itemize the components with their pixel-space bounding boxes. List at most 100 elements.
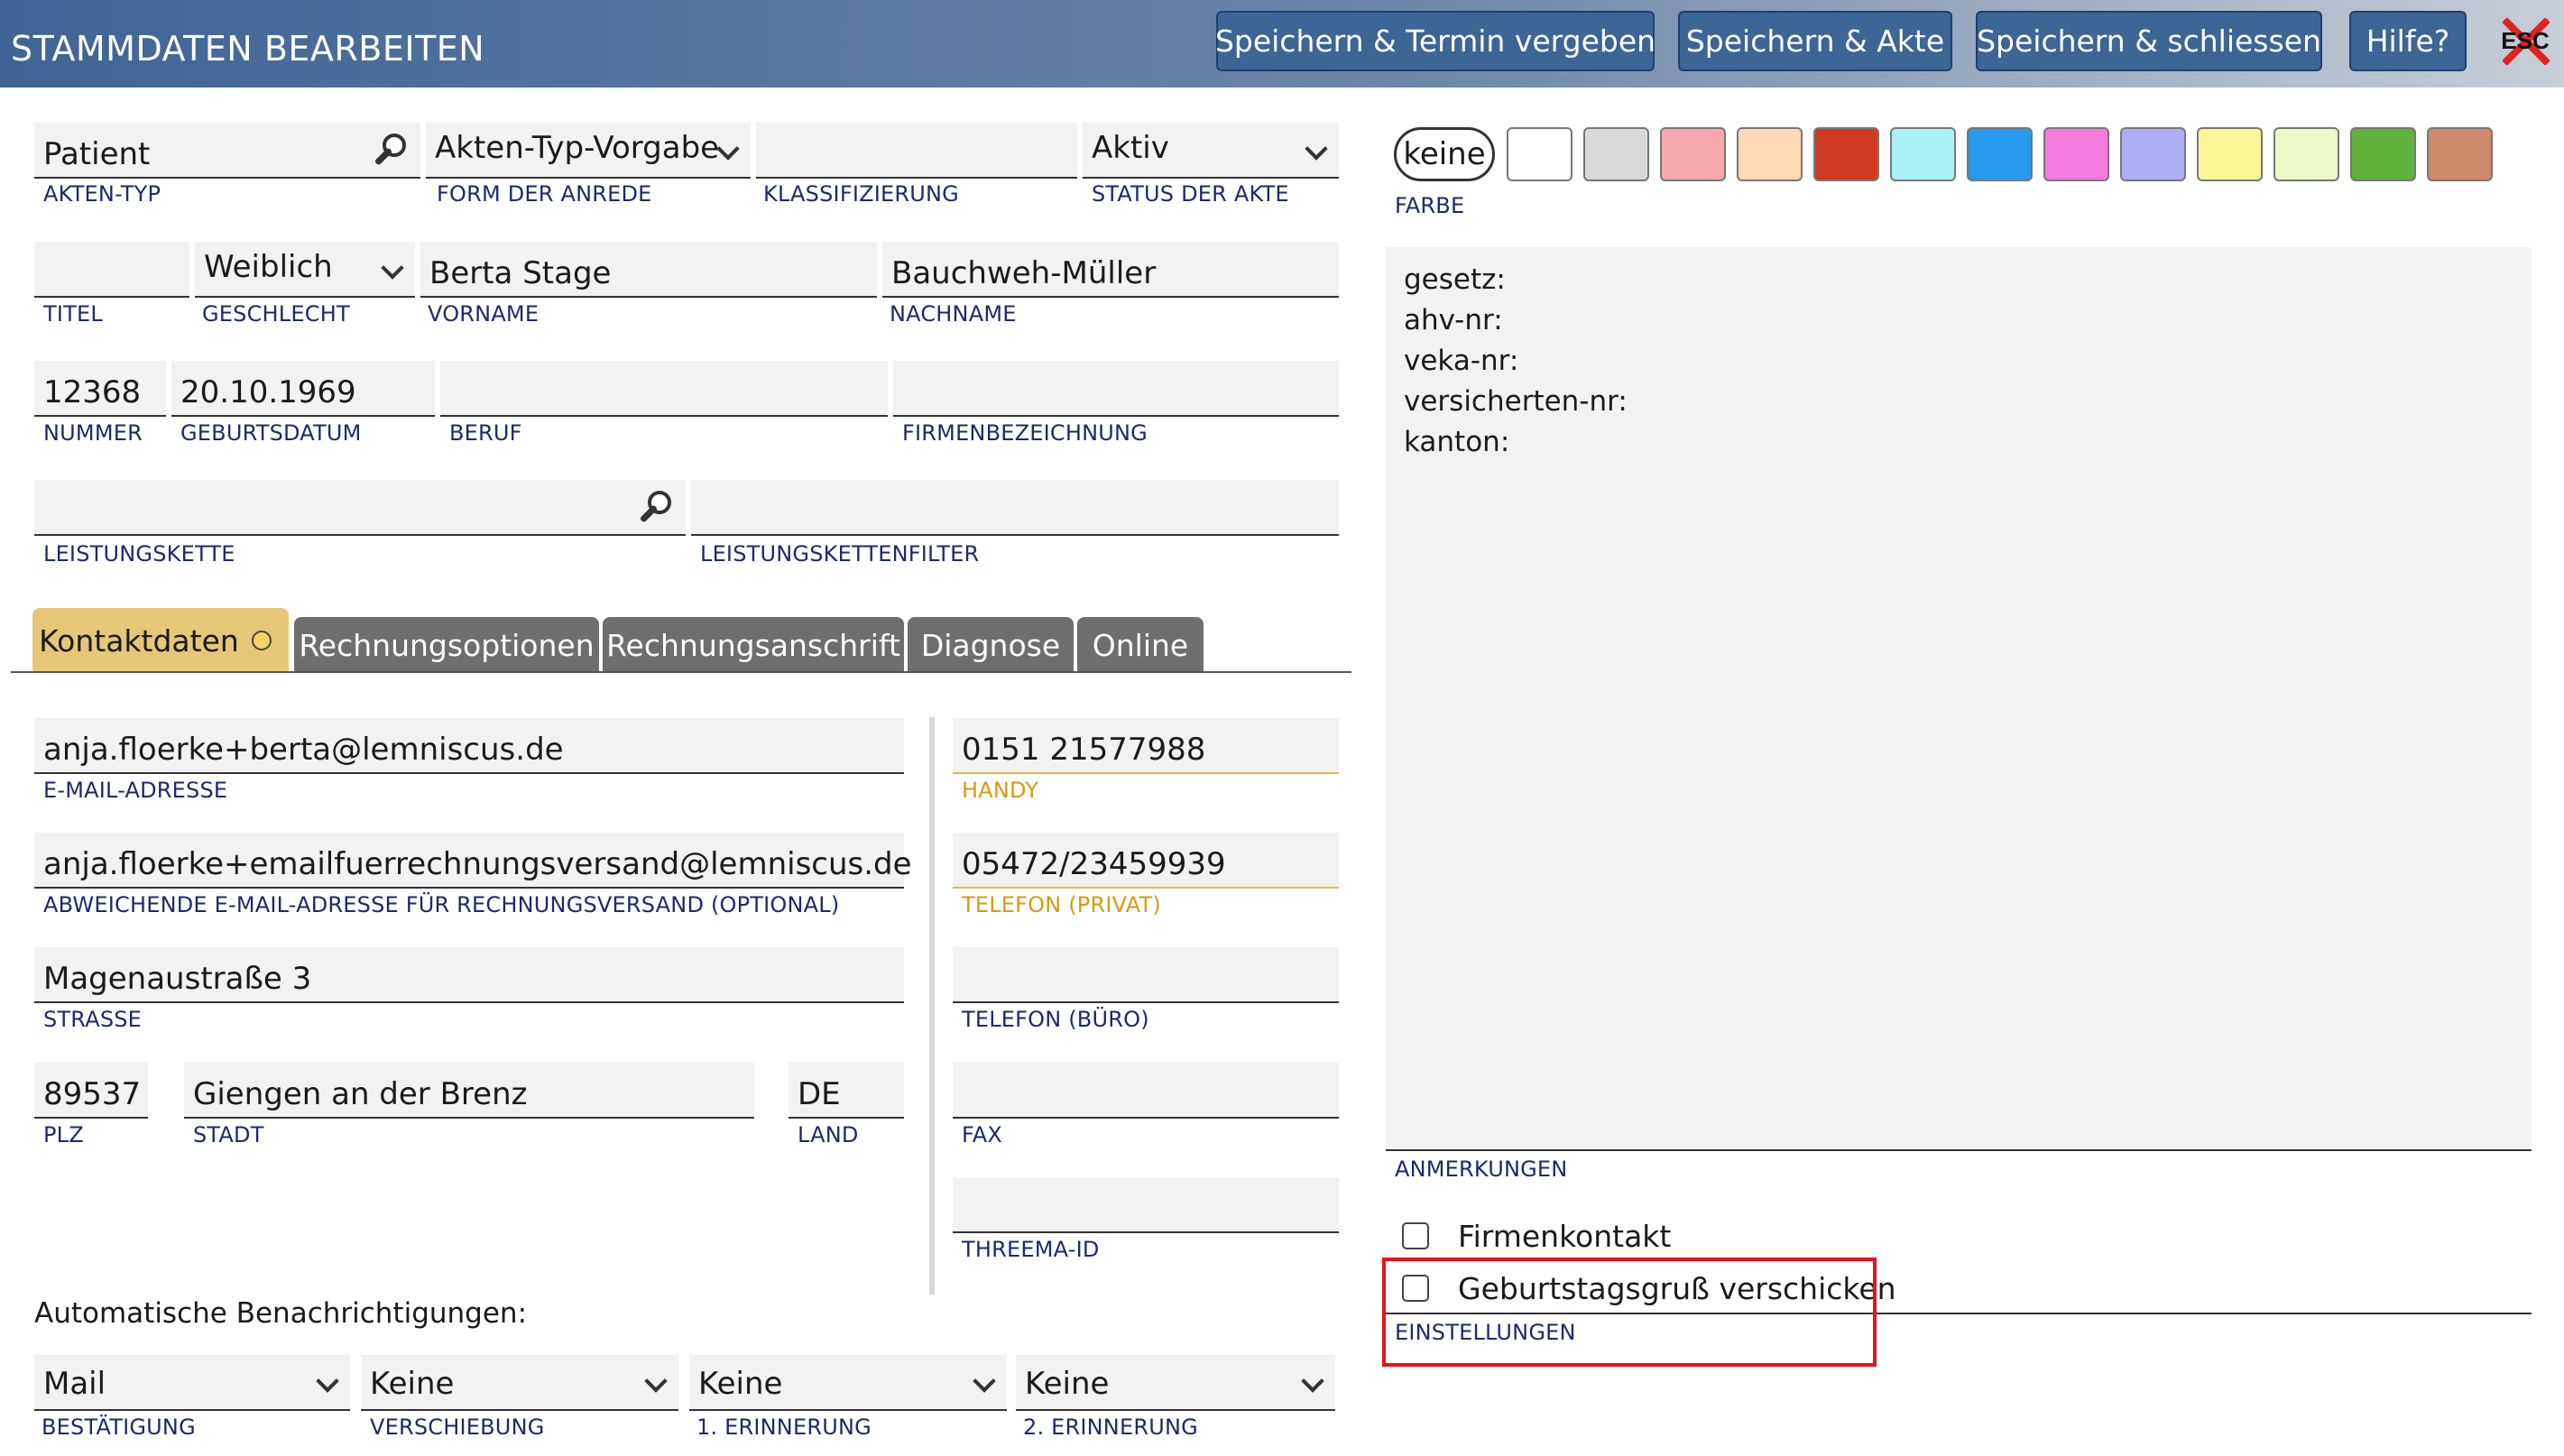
erinnerung1-select[interactable]: Keine [689,1355,1007,1411]
tab-rechnungsanschrift[interactable]: Rechnungsanschrift [603,617,904,673]
fax-label: FAX [962,1122,1003,1147]
akten-typ-field[interactable]: Patient [34,123,420,179]
plz-field[interactable]: 89537 [34,1063,148,1119]
status-select[interactable]: Aktiv [1083,123,1339,179]
klassifizierung-label: KLASSIFIZIERUNG [763,181,959,207]
threema-field[interactable] [953,1177,1339,1233]
color-none-button[interactable]: keine [1394,127,1495,181]
stadt-value: Giengen an der Brenz [193,1076,528,1112]
geburtsdatum-field[interactable]: 20.10.1969 [171,361,435,417]
telefon-buero-field[interactable] [953,947,1339,1003]
email-value: anja.floerke+berta@lemniscus.de [43,732,564,768]
column-divider [929,717,935,1295]
color-swatch-peach[interactable] [1737,127,1803,181]
leistungskette-label: LEISTUNGSKETTE [43,541,235,567]
status-circle-icon [251,631,272,650]
save-and-record-button[interactable]: Speichern & Akte [1678,11,1952,71]
color-swatch-yellow[interactable] [2197,127,2263,181]
color-swatch-lavender[interactable] [2120,127,2186,181]
save-and-schedule-button[interactable]: Speichern & Termin vergeben [1215,11,1656,71]
chevron-down-icon [973,1369,996,1393]
handy-value: 0151 21577988 [962,732,1206,768]
handy-field[interactable]: 0151 21577988 [953,718,1339,774]
vorname-field[interactable]: Berta Stage [420,242,877,298]
verschiebung-label: VERSCHIEBUNG [370,1415,545,1440]
tab-kontaktdaten[interactable]: Kontaktdaten [32,608,289,673]
search-icon[interactable] [635,487,675,529]
land-label: LAND [798,1122,859,1147]
status-value: Aktiv [1092,130,1169,166]
strasse-value: Magenaustraße 3 [43,961,312,997]
geschlecht-value: Weiblich [204,249,333,285]
tab-rechnungsoptionen[interactable]: Rechnungsoptionen [294,617,599,673]
esc-close-icon[interactable]: ESC [2494,9,2557,72]
email-field[interactable]: anja.floerke+berta@lemniscus.de [34,718,904,774]
bestaetigung-label: BESTÄTIGUNG [42,1415,196,1440]
color-swatch-magenta[interactable] [2043,127,2109,181]
color-swatch-green[interactable] [2350,127,2416,181]
verschiebung-select[interactable]: Keine [361,1355,678,1411]
help-button[interactable]: Hilfe? [2349,11,2467,71]
color-swatch-cyan[interactable] [1890,127,1956,181]
strasse-label: STRASSE [43,1007,143,1032]
color-swatch-light-green[interactable] [2273,127,2339,181]
color-swatch-white[interactable] [1507,127,1573,181]
beruf-field[interactable] [440,361,888,417]
erinnerung2-select[interactable]: Keine [1016,1355,1335,1411]
plz-value: 89537 [43,1076,142,1112]
threema-label: THREEMA-ID [962,1237,1100,1262]
anrede-label: FORM DER ANREDE [437,181,652,207]
geburtsdatum-label: GEBURTSDATUM [180,420,362,446]
firmenkontakt-checkbox[interactable] [1402,1222,1429,1249]
anrede-select[interactable]: Akten-Typ-Vorgabe [426,123,751,179]
chevron-down-icon [1305,137,1328,161]
color-swatch-blue[interactable] [1967,127,2033,181]
beruf-label: BERUF [449,420,522,446]
akten-typ-value: Patient [43,136,151,172]
color-swatch-pink[interactable] [1660,127,1726,181]
akten-typ-label: AKTEN-TYP [43,181,161,207]
tab-kontaktdaten-label: Kontaktdaten [39,622,239,659]
color-swatch-grey[interactable] [1583,127,1649,181]
nachname-label: NACHNAME [890,301,1017,327]
fax-field[interactable] [953,1063,1339,1119]
nummer-field[interactable]: 12368 [34,361,166,417]
search-icon[interactable] [370,130,410,171]
color-swatch-brown[interactable] [2427,127,2493,181]
color-swatch-red[interactable] [1813,127,1879,181]
bestaetigung-select[interactable]: Mail [34,1355,350,1411]
land-value: DE [798,1076,841,1112]
chevron-down-icon [644,1369,668,1393]
geburtsdatum-value: 20.10.1969 [180,374,356,410]
nachname-field[interactable]: Bauchweh-Müller [882,242,1339,298]
notifications-heading: Automatische Benachrichtigungen: [34,1297,528,1330]
firmenkontakt-option[interactable]: Firmenkontakt [1402,1216,1671,1256]
erinnerung2-label: 2. ERINNERUNG [1023,1415,1198,1440]
tab-online[interactable]: Online [1077,617,1204,673]
titel-field[interactable] [34,242,189,298]
note-line: ahv-nr: [1404,304,1503,336]
anrede-value: Akten-Typ-Vorgabe [435,130,720,166]
klassifizierung-field[interactable] [756,123,1077,179]
anmerkungen-textarea[interactable]: gesetz: ahv-nr: veka-nr: versicherten-nr… [1386,247,2532,1151]
email-rechnung-field[interactable]: anja.floerke+emailfuerrechnungsversand@l… [34,833,912,889]
vorname-value: Berta Stage [429,255,612,291]
tab-diagnose[interactable]: Diagnose [908,617,1074,673]
telefon-buero-label: TELEFON (BÜRO) [962,1007,1149,1032]
save-and-close-button[interactable]: Speichern & schliessen [1976,11,2322,71]
leistungskettenfilter-label: LEISTUNGSKETTENFILTER [700,541,980,567]
strasse-field[interactable]: Magenaustraße 3 [34,947,904,1003]
leistungskette-field[interactable] [34,480,686,536]
land-field[interactable]: DE [789,1063,904,1119]
firmenkontakt-label: Firmenkontakt [1458,1218,1672,1254]
firmenbezeichnung-field[interactable] [893,361,1339,417]
stadt-field[interactable]: Giengen an der Brenz [184,1063,754,1119]
email-rechnung-value: anja.floerke+emailfuerrechnungsversand@l… [43,846,912,882]
erinnerung2-value: Keine [1025,1366,1110,1402]
telefon-privat-label: TELEFON (PRIVAT) [962,892,1161,917]
titel-label: TITEL [43,301,103,327]
geschlecht-select[interactable]: Weiblich [195,242,415,298]
telefon-privat-field[interactable]: 05472/23459939 [953,833,1339,889]
handy-label: HANDY [962,778,1039,803]
leistungskettenfilter-field[interactable] [691,480,1339,536]
